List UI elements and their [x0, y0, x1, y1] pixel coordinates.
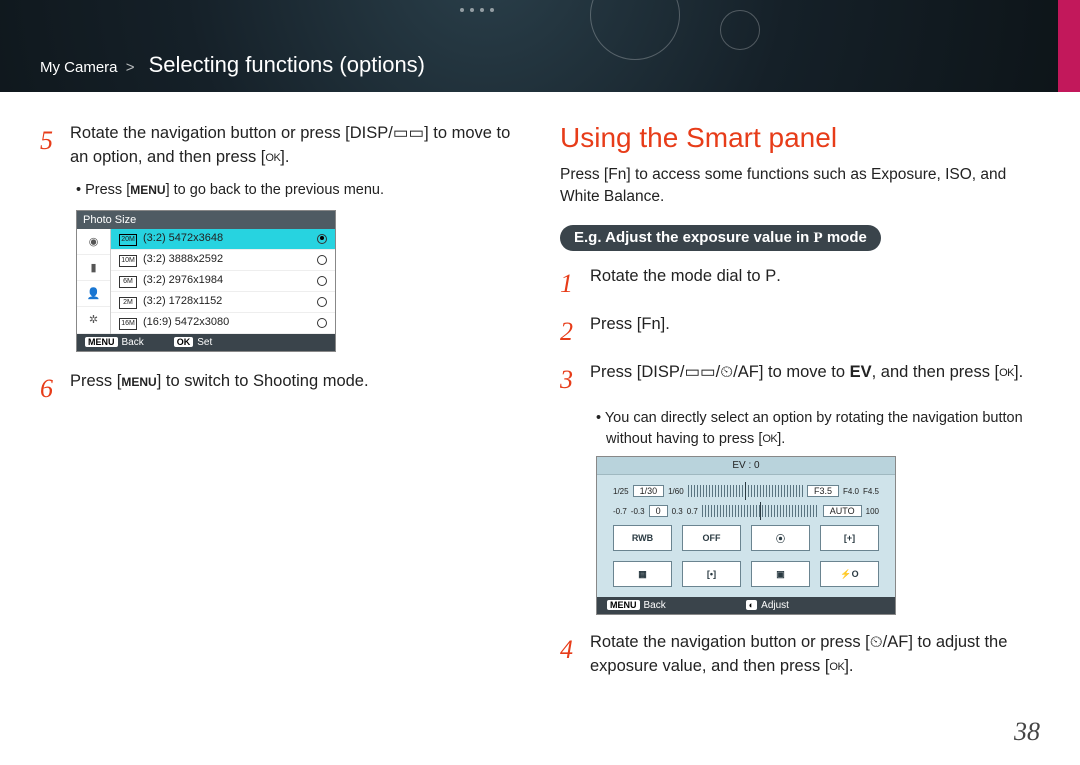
disp-key: DISP — [641, 363, 680, 381]
menu-key: MENU — [130, 183, 165, 197]
video-icon[interactable]: ▮ — [77, 255, 110, 281]
breadcrumb: My Camera > Selecting functions (options… — [40, 52, 425, 78]
gear-icon[interactable]: ✲ — [77, 307, 110, 333]
example-pill: E.g. Adjust the exposure value in P mode — [560, 225, 881, 251]
photo-size-title: Photo Size — [77, 211, 335, 229]
page-header-banner: My Camera > Selecting functions (options… — [0, 0, 1080, 92]
burst-drive-icon: ▭▭ — [393, 124, 424, 142]
decorative-ring — [590, 0, 680, 60]
photo-size-row[interactable]: 6M(3:2) 2976x1984 — [111, 271, 335, 292]
photo-size-side-tabs: ◉ ▮ 👤 ✲ — [77, 229, 111, 334]
ok-key-tag: OK — [174, 337, 194, 347]
menu-key-tag: MENU — [607, 600, 640, 610]
metering-cell[interactable]: ⦿ — [751, 525, 810, 551]
center-cell[interactable]: [•] — [682, 561, 741, 587]
right-column: Using the Smart panel Press [Fn] to acce… — [560, 122, 1040, 689]
ev-value[interactable]: 0 — [649, 505, 668, 517]
radio-icon — [317, 318, 327, 328]
wb-cell[interactable]: RWB — [613, 525, 672, 551]
burst-drive-icon: ▭▭ — [684, 363, 715, 381]
ev-label: EV — [850, 363, 872, 381]
fn-key: Fn — [608, 166, 626, 183]
step-number: 3 — [560, 361, 578, 399]
aperture-value[interactable]: F3.5 — [807, 485, 839, 497]
af-key: AF — [887, 633, 908, 651]
step-3: 3 Press [DISP/▭▭/⏲/AF] to move to EV, an… — [560, 361, 1040, 399]
smart-panel-footer: MENUBack ◐Adjust — [597, 597, 895, 614]
timer-icon: ⏲ — [720, 363, 733, 381]
step-5: 5 Rotate the navigation button or press … — [40, 122, 520, 170]
ok-key: OK — [762, 433, 777, 445]
step-1: 1 Rotate the mode dial to P. — [560, 265, 1040, 303]
breadcrumb-root: My Camera — [40, 59, 118, 76]
decorative-ring — [720, 10, 760, 50]
step-number: 6 — [40, 370, 58, 408]
af-key: AF — [738, 363, 759, 381]
step-number: 1 — [560, 265, 578, 303]
user-icon[interactable]: 👤 — [77, 281, 110, 307]
photo-size-row[interactable]: 16M(16:9) 5472x3080 — [111, 313, 335, 334]
left-column: 5 Rotate the navigation button or press … — [40, 122, 520, 689]
photo-size-row[interactable]: 20M(3:2) 5472x3648 — [111, 229, 335, 250]
menu-key-tag: MENU — [85, 337, 118, 347]
mode-p: P — [765, 267, 776, 285]
step-3-sub: You can directly select an option by rot… — [596, 408, 1040, 450]
photo-size-rows: 20M(3:2) 5472x3648 10M(3:2) 3888x2592 6M… — [111, 229, 335, 334]
step-number: 4 — [560, 631, 578, 679]
breadcrumb-section: Selecting functions (options) — [149, 52, 425, 77]
photo-size-row[interactable]: 2M(3:2) 1728x1152 — [111, 292, 335, 313]
smart-panel-grid: RWB OFF ⦿ [+] ▦ [•] ▣ ⚡O — [613, 525, 879, 587]
step-number: 2 — [560, 313, 578, 351]
menu-key: MENU — [121, 375, 156, 389]
step-number: 5 — [40, 122, 58, 170]
grid-cell[interactable]: ▦ — [613, 561, 672, 587]
radio-selected-icon — [317, 234, 327, 244]
mode-p: P — [814, 230, 823, 246]
photo-size-footer: MENUBack OKSet — [77, 334, 335, 351]
section-heading: Using the Smart panel — [560, 122, 1040, 154]
smart-panel: EV : 0 1/25 1/30 1/60 F3.5 F4.0 F4.5 -0.… — [596, 456, 896, 615]
disp-key: DISP — [350, 124, 389, 142]
ev-iso-scale: -0.7 -0.3 0 0.3 0.7 AUTO 100 — [613, 505, 879, 517]
focus-area-cell[interactable]: [+] — [820, 525, 879, 551]
radio-icon — [317, 255, 327, 265]
step-text: Press [MENU] to switch to Shooting mode. — [70, 370, 369, 408]
fn-key: Fn — [641, 315, 660, 333]
timer-icon: ⏲ — [870, 633, 883, 651]
accent-bar — [1058, 0, 1080, 92]
step-2: 2 Press [Fn]. — [560, 313, 1040, 351]
ok-key: OK — [265, 152, 280, 164]
shutter-value[interactable]: 1/30 — [633, 485, 665, 497]
flash-cell[interactable]: ⚡O — [820, 561, 879, 587]
page-number: 38 — [1014, 717, 1040, 747]
photo-size-panel: Photo Size ◉ ▮ 👤 ✲ 20M(3:2) 5472x3648 10… — [76, 210, 336, 352]
step-4: 4 Rotate the navigation button or press … — [560, 631, 1040, 679]
frame-cell[interactable]: ▣ — [751, 561, 810, 587]
smart-panel-ev: EV : 0 — [597, 457, 895, 475]
radio-icon — [317, 297, 327, 307]
decorative-dots — [460, 8, 494, 12]
off-cell[interactable]: OFF — [682, 525, 741, 551]
camera-icon[interactable]: ◉ — [77, 229, 110, 255]
step-5-bullet: Press [MENU] to go back to the previous … — [76, 180, 520, 202]
chevron-right-icon: > — [126, 59, 135, 76]
ok-key: OK — [999, 367, 1014, 379]
dial-icon: ◐ — [746, 600, 757, 610]
step-text: Rotate the navigation button or press [D… — [70, 122, 520, 170]
section-intro: Press [Fn] to access some functions such… — [560, 164, 1040, 207]
radio-icon — [317, 276, 327, 286]
step-6: 6 Press [MENU] to switch to Shooting mod… — [40, 370, 520, 408]
photo-size-row[interactable]: 10M(3:2) 3888x2592 — [111, 250, 335, 271]
shutter-aperture-scale: 1/25 1/30 1/60 F3.5 F4.0 F4.5 — [613, 485, 879, 497]
ok-key: OK — [829, 661, 844, 673]
iso-value[interactable]: AUTO — [823, 505, 862, 517]
